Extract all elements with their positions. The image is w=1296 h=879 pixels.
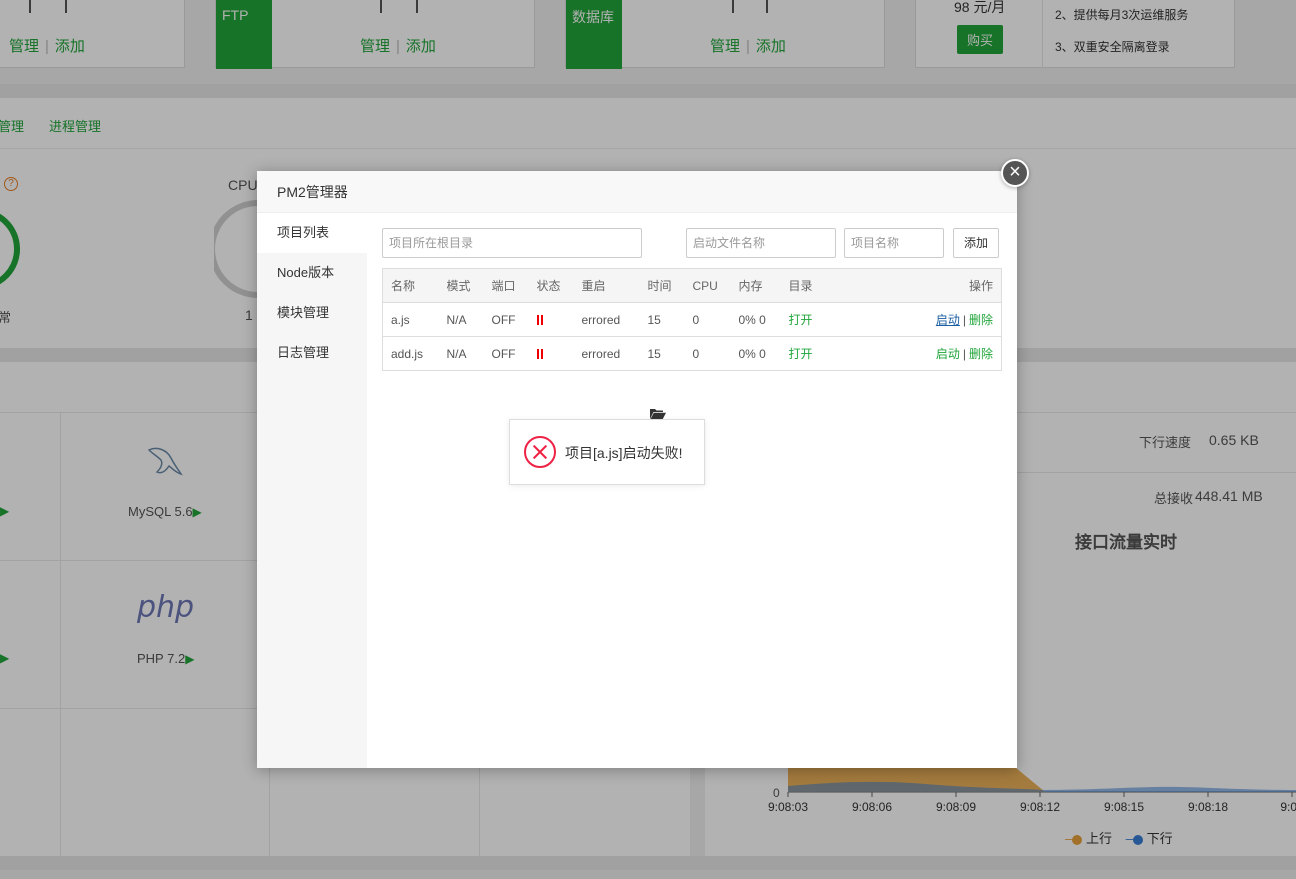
cell-time: 15 xyxy=(639,302,685,337)
col-dir: 目录 xyxy=(780,268,831,303)
start-file-input[interactable]: 启动文件名称 xyxy=(686,228,836,258)
error-toast: 项目[a.js]启动失败! xyxy=(509,419,705,485)
tab-log-manage[interactable]: 日志管理 xyxy=(257,333,367,373)
col-name: 名称 xyxy=(382,268,439,303)
col-restart: 重启 xyxy=(573,268,640,303)
col-status: 状态 xyxy=(528,268,574,303)
cell-name: a.js xyxy=(382,302,439,337)
dialog-title: PM2管理器 xyxy=(257,171,1017,213)
cell-port: OFF xyxy=(483,336,529,371)
cell-restart: errored xyxy=(573,336,640,371)
table-row: add.js N/A OFF errored 15 0 0% 0 打开 启动 | 删… xyxy=(382,336,1002,371)
table-row: a.js N/A OFF errored 15 0 0% 0 打开 启动 | 删除 xyxy=(382,302,1002,337)
dialog-close-button[interactable]: × xyxy=(1001,159,1029,187)
tab-project-list[interactable]: 项目列表 xyxy=(257,213,367,253)
cell-name: add.js xyxy=(382,336,439,371)
cell-cpu: 0 xyxy=(684,336,731,371)
stopped-status-icon xyxy=(536,349,543,360)
cell-time: 15 xyxy=(639,336,685,371)
open-dir-link[interactable]: 打开 xyxy=(789,347,813,361)
cell-restart: errored xyxy=(573,302,640,337)
col-mode: 模式 xyxy=(438,268,484,303)
start-link[interactable]: 启动 xyxy=(936,313,960,327)
open-dir-link[interactable]: 打开 xyxy=(789,313,813,327)
project-table: 名称 模式 端口 状态 重启 时间 CPU 内存 目录 操作 a.js N/A … xyxy=(382,268,1002,371)
error-x-icon xyxy=(524,436,556,468)
cell-port: OFF xyxy=(483,302,529,337)
cell-mode: N/A xyxy=(438,302,484,337)
col-port: 端口 xyxy=(483,268,529,303)
cell-actions: 启动 | 删除 xyxy=(830,336,1002,371)
cell-mode: N/A xyxy=(438,336,484,371)
add-project-button[interactable]: 添加 xyxy=(953,228,999,258)
cell-cpu: 0 xyxy=(684,302,731,337)
delete-link[interactable]: 删除 xyxy=(969,347,993,361)
project-name-input[interactable]: 项目名称 xyxy=(844,228,944,258)
col-actions: 操作 xyxy=(830,268,1002,303)
root-dir-input[interactable]: 项目所在根目录 xyxy=(382,228,642,258)
stopped-status-icon xyxy=(536,315,543,326)
cell-mem: 0% 0 xyxy=(730,302,781,337)
start-link[interactable]: 启动 xyxy=(936,347,960,361)
col-mem: 内存 xyxy=(730,268,781,303)
col-time: 时间 xyxy=(639,268,685,303)
cell-status xyxy=(528,336,574,371)
cell-dir: 打开 xyxy=(780,336,831,371)
dialog-sidebar: 项目列表 Node版本 模块管理 日志管理 xyxy=(257,213,367,768)
delete-link[interactable]: 删除 xyxy=(969,313,993,327)
col-cpu: CPU xyxy=(684,268,731,303)
cell-status xyxy=(528,302,574,337)
cell-actions: 启动 | 删除 xyxy=(830,302,1002,337)
tab-node-version[interactable]: Node版本 xyxy=(257,253,367,293)
cell-mem: 0% 0 xyxy=(730,336,781,371)
cell-dir: 打开 xyxy=(780,302,831,337)
tab-module-manage[interactable]: 模块管理 xyxy=(257,293,367,333)
toast-message: 项目[a.js]启动失败! xyxy=(565,445,683,461)
table-header: 名称 模式 端口 状态 重启 时间 CPU 内存 目录 操作 xyxy=(382,268,1002,303)
